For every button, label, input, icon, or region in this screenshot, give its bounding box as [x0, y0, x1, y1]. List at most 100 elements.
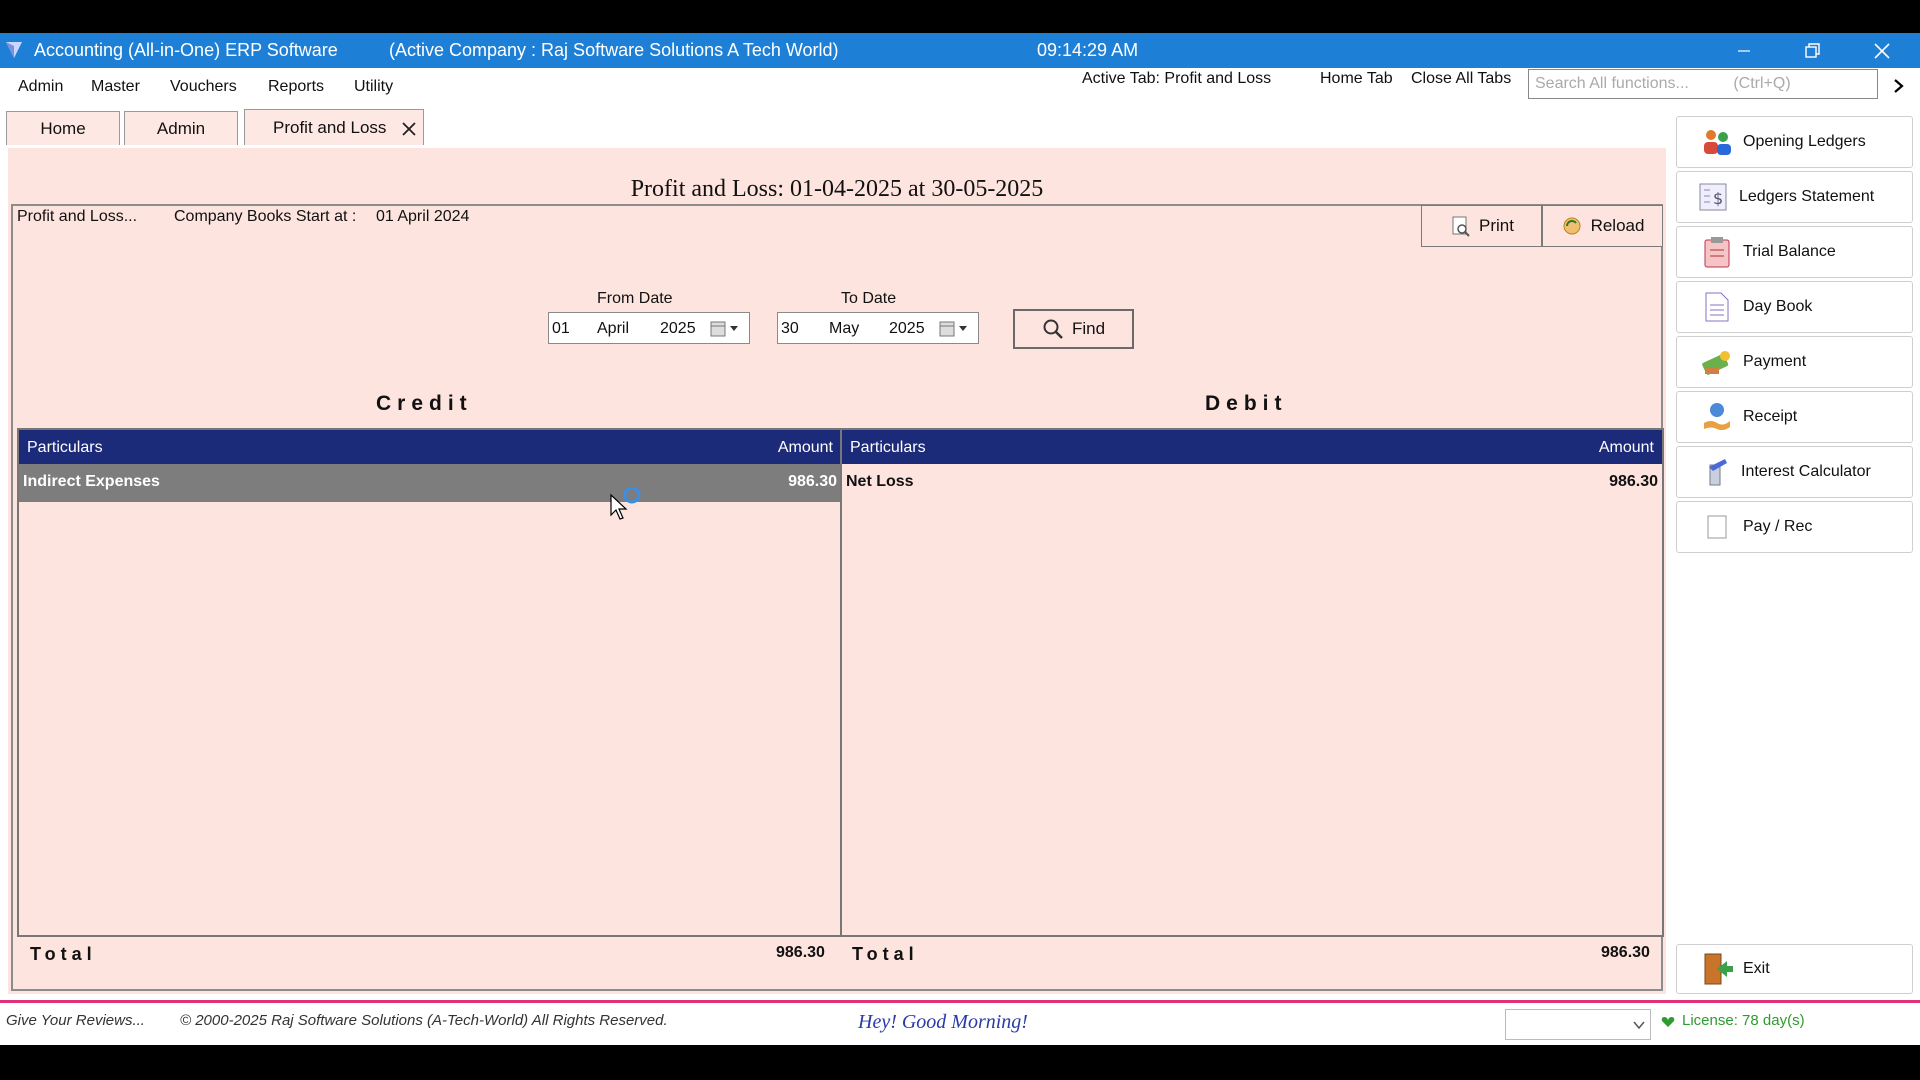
sidebar-receipt[interactable]: Receipt — [1676, 391, 1913, 443]
from-date-month: April — [597, 320, 630, 337]
debit-total-label: Total — [852, 944, 919, 964]
report-panel: Profit and Loss: 01-04-2025 at 30-05-202… — [8, 148, 1666, 994]
to-date-label: To Date — [841, 290, 897, 307]
debit-col-amount: Amount — [1598, 439, 1654, 456]
restore-button[interactable] — [1782, 33, 1842, 68]
sidebar-pay-rec[interactable]: Pay / Rec — [1676, 501, 1913, 553]
credit-row-amount: 986.30 — [788, 473, 837, 490]
to-date-day: 30 — [781, 320, 799, 337]
search-icon — [1043, 319, 1063, 339]
clipboard-icon — [1701, 236, 1733, 268]
from-date-label: From Date — [597, 290, 673, 307]
chevron-down-icon — [1633, 1021, 1645, 1030]
menu-bar: Admin Master Vouchers Reports Utility Ac… — [0, 68, 1920, 108]
money-icon — [1701, 346, 1733, 378]
credit-col-amount: Amount — [777, 439, 833, 456]
sidebar-opening-ledgers[interactable]: Opening Ledgers — [1676, 116, 1913, 168]
tab-profit-and-loss-label: Profit and Loss — [273, 117, 387, 137]
heart-icon — [1661, 1017, 1675, 1027]
home-tab-link[interactable]: Home Tab — [1320, 70, 1393, 88]
debit-grid[interactable]: Particulars Amount Net Loss 986.30 — [840, 428, 1664, 937]
sidebar-label: Payment — [1743, 353, 1807, 370]
debit-title: Debit — [1205, 392, 1288, 415]
close-window-button[interactable] — [1852, 33, 1912, 68]
active-company: (Active Company : Raj Software Solutions… — [389, 40, 839, 60]
sidebar-trial-balance[interactable]: Trial Balance — [1676, 226, 1913, 278]
from-date-picker[interactable]: 01 April 2025 — [548, 312, 750, 344]
copyright-text: © 2000-2025 Raj Software Solutions (A-Te… — [180, 1012, 668, 1029]
debit-total-value: 986.30 — [1601, 944, 1650, 961]
minimize-button[interactable] — [1714, 33, 1774, 68]
sidebar-payment[interactable]: Payment — [1676, 336, 1913, 388]
chevron-right-icon[interactable] — [1892, 78, 1906, 94]
close-tab-icon[interactable] — [401, 121, 417, 137]
find-button[interactable]: Find — [1013, 309, 1134, 349]
title-bar: Accounting (All-in-One) ERP Software (Ac… — [0, 33, 1920, 68]
books-start-value: 01 April 2024 — [376, 208, 470, 225]
credit-grid-header: Particulars Amount — [19, 430, 841, 464]
document-icon — [1701, 291, 1733, 323]
exit-door-icon — [1701, 953, 1733, 985]
quick-access-sidebar: Opening Ledgers $ Ledgers Statement Tria… — [1672, 110, 1920, 1000]
to-date-year: 2025 — [889, 320, 925, 337]
print-button[interactable]: Print — [1421, 205, 1542, 247]
tab-home[interactable]: Home — [6, 111, 120, 145]
report-heading: Profit and Loss: 01-04-2025 at 30-05-202… — [630, 176, 1044, 202]
to-date-picker[interactable]: 30 May 2025 — [777, 312, 979, 344]
sidebar-label: Interest Calculator — [1741, 463, 1871, 480]
statement-icon: $ — [1697, 181, 1729, 213]
from-date-year: 2025 — [660, 320, 696, 337]
calendar-dropdown-icon[interactable] — [710, 321, 744, 337]
debit-row-net-loss[interactable]: Net Loss 986.30 — [842, 464, 1662, 502]
active-tab-label: Active Tab: Profit and Loss — [1082, 70, 1272, 87]
sidebar-label: Trial Balance — [1743, 243, 1836, 260]
app-title: Accounting (All-in-One) ERP Software — [34, 40, 338, 60]
sidebar-label: Receipt — [1743, 408, 1798, 425]
reviews-link[interactable]: Give Your Reviews... — [6, 1012, 145, 1029]
books-start-label: Company Books Start at : — [174, 208, 357, 225]
sidebar-label: Pay / Rec — [1743, 518, 1813, 535]
menu-reports[interactable]: Reports — [268, 78, 324, 96]
tab-admin[interactable]: Admin — [124, 111, 238, 145]
minimize-icon — [1738, 49, 1750, 52]
sidebar-label: Opening Ledgers — [1743, 133, 1866, 150]
print-label: Print — [1479, 216, 1514, 235]
menu-master[interactable]: Master — [91, 78, 140, 96]
credit-grid[interactable]: Particulars Amount Indirect Expenses 986… — [17, 428, 843, 937]
calculator-icon — [1701, 456, 1733, 488]
page-icon — [1701, 511, 1733, 543]
debit-col-particulars: Particulars — [850, 439, 926, 456]
debit-row-amount: 986.30 — [1609, 473, 1658, 490]
menu-utility[interactable]: Utility — [354, 78, 393, 96]
close-all-tabs-link[interactable]: Close All Tabs — [1411, 70, 1511, 88]
credit-title: Credit — [376, 392, 473, 415]
print-icon — [1452, 216, 1470, 237]
menu-vouchers[interactable]: Vouchers — [170, 78, 237, 96]
debit-grid-header: Particulars Amount — [842, 430, 1662, 464]
close-icon — [1874, 42, 1890, 59]
sidebar-ledgers-statement[interactable]: $ Ledgers Statement — [1676, 171, 1913, 223]
credit-total-value: 986.30 — [776, 944, 825, 961]
sidebar-day-book[interactable]: Day Book — [1676, 281, 1913, 333]
people-icon — [1701, 126, 1733, 158]
exit-button[interactable]: Exit — [1676, 944, 1913, 994]
clock: 09:14:29 AM — [1037, 40, 1139, 60]
app-logo-icon — [6, 42, 22, 58]
credit-total-label: Total — [30, 944, 97, 964]
menu-admin[interactable]: Admin — [18, 78, 63, 96]
sidebar-label: Ledgers Statement — [1739, 188, 1875, 205]
search-input[interactable] — [1528, 69, 1878, 99]
credit-row-indirect-expenses[interactable]: Indirect Expenses 986.30 — [19, 464, 841, 502]
tab-profit-and-loss[interactable]: Profit and Loss — [244, 109, 424, 145]
receipt-icon — [1701, 401, 1733, 433]
restore-icon — [1805, 42, 1820, 58]
credit-col-particulars: Particulars — [27, 439, 103, 456]
find-label: Find — [1071, 319, 1106, 338]
sidebar-interest-calculator[interactable]: Interest Calculator — [1676, 446, 1913, 498]
status-dropdown[interactable] — [1505, 1009, 1651, 1040]
mouse-cursor-icon — [610, 487, 641, 520]
report-caption: Profit and Loss... — [17, 208, 138, 225]
to-date-month: May — [829, 320, 860, 337]
reload-button[interactable]: Reload — [1542, 205, 1663, 247]
calendar-dropdown-icon[interactable] — [939, 321, 973, 337]
